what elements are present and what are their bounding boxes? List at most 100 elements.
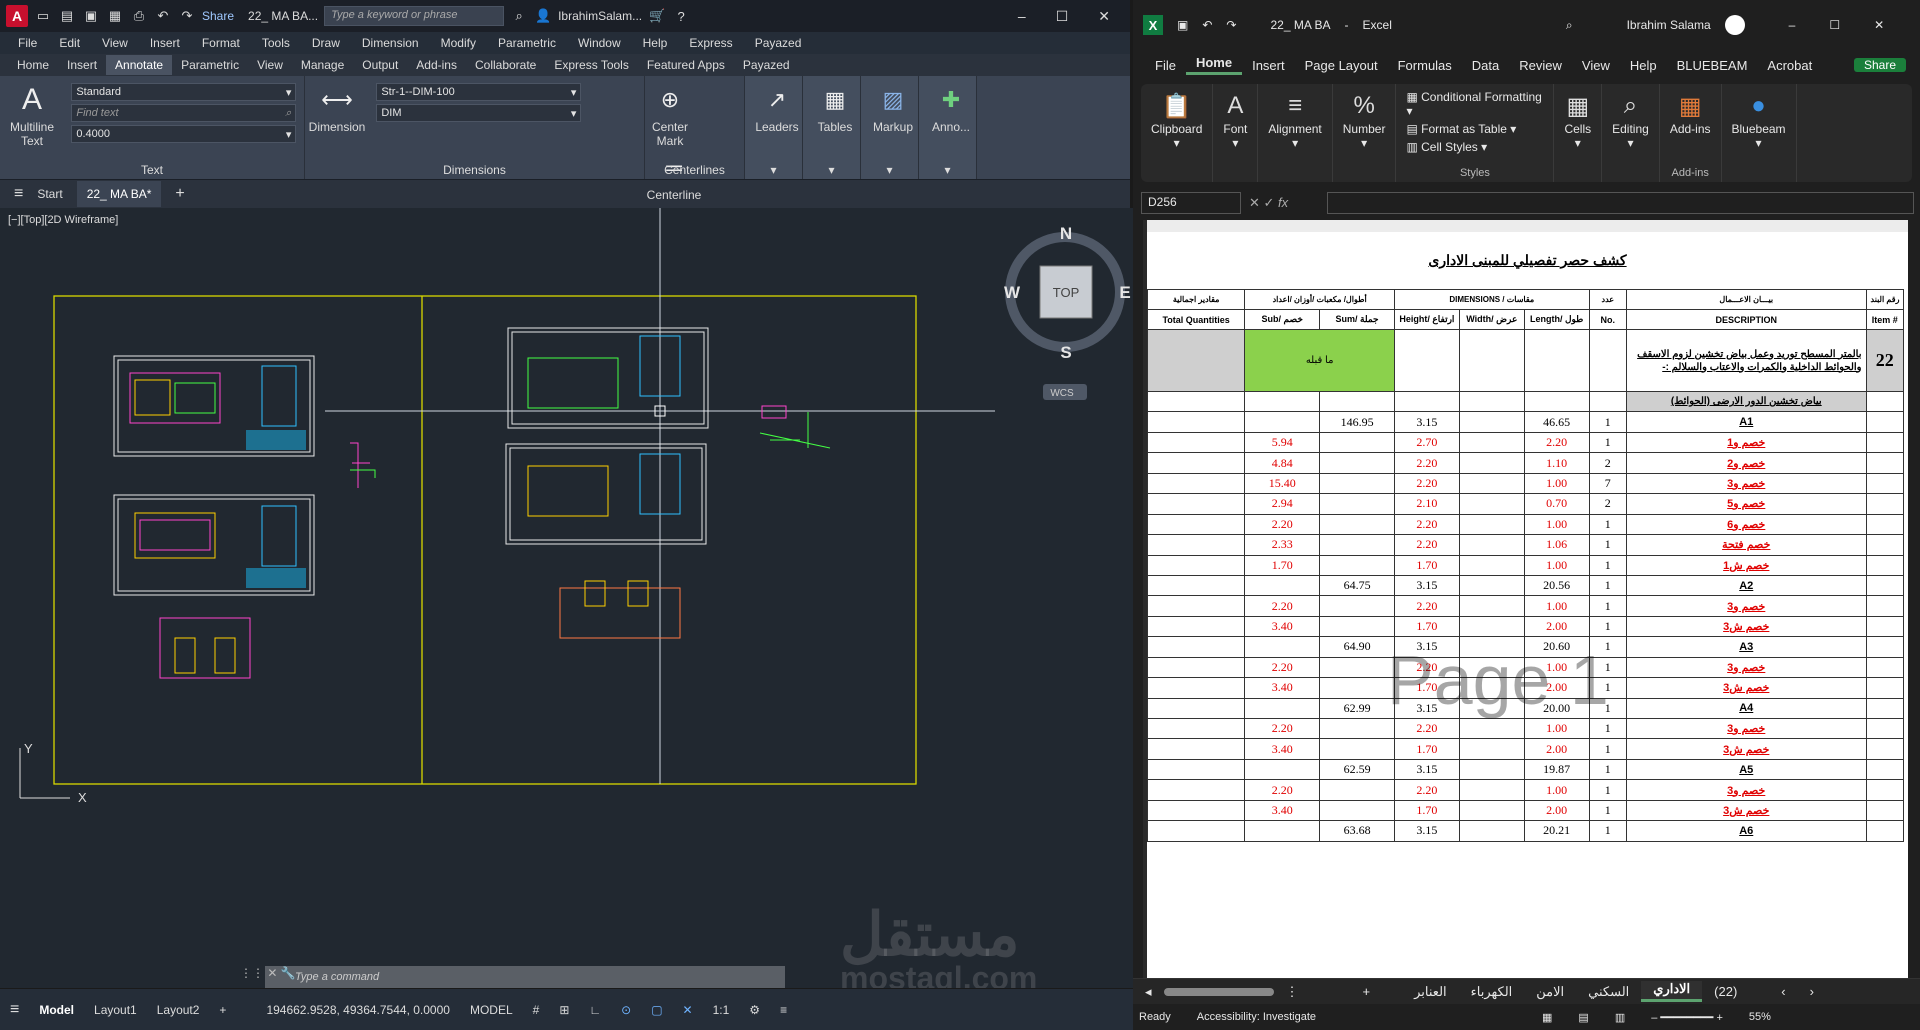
tab-acrobat[interactable]: Acrobat — [1757, 58, 1822, 73]
cell-desc[interactable]: خصم و3 — [1626, 779, 1867, 801]
cell-h[interactable]: 3.15 — [1394, 411, 1460, 433]
menu-window[interactable]: Window — [568, 36, 633, 50]
autocad-logo[interactable]: A — [6, 5, 28, 27]
tab-data[interactable]: Data — [1462, 58, 1509, 73]
save-icon[interactable]: ▣ — [1177, 18, 1188, 32]
cell-desc[interactable]: خصم و1 — [1626, 431, 1867, 454]
cell-sum[interactable] — [1319, 452, 1395, 474]
share-button[interactable]: Share — [1853, 58, 1906, 72]
dim-layer-select[interactable]: DIM ▾ — [376, 104, 582, 122]
cell-sub[interactable]: 4.84 — [1244, 452, 1321, 474]
cell-sum[interactable] — [1319, 779, 1395, 801]
viewcube[interactable]: TOP N S W E WCS — [1004, 224, 1131, 400]
cell[interactable] — [1865, 472, 1905, 495]
cell-w[interactable] — [1458, 779, 1525, 801]
tab-options-icon[interactable]: ⋮ — [1274, 984, 1311, 1000]
cell-w[interactable] — [1458, 513, 1525, 536]
anno-button[interactable]: ✚ Anno... — [923, 80, 979, 134]
cell-w[interactable] — [1458, 820, 1525, 842]
tab-formulas[interactable]: Formulas — [1388, 58, 1462, 73]
leaders-panel[interactable]: ↗ Leaders ▾ — [745, 76, 803, 179]
tables-button[interactable]: ▦ Tables — [807, 80, 863, 134]
markup-panel[interactable]: ▨ Markup ▾ — [861, 76, 919, 179]
leaders-button[interactable]: ↗ Leaders — [749, 80, 805, 134]
carried-forward-cell[interactable]: ما قبله — [1244, 329, 1395, 392]
cell-sub[interactable] — [1244, 574, 1321, 597]
menu-file[interactable]: File — [8, 36, 49, 50]
cell-desc[interactable]: A2 — [1626, 574, 1867, 597]
section-title[interactable]: بياض تخشين الدور الارضى (الحوائط) — [1626, 390, 1867, 413]
cell-h[interactable]: 1.70 — [1394, 799, 1460, 822]
search-input[interactable]: Type a keyword or phrase — [324, 6, 505, 26]
cell-desc[interactable]: خصم ش3 — [1626, 677, 1867, 699]
cell-w[interactable] — [1458, 452, 1525, 474]
multiline-text-button[interactable]: A Multiline Text — [4, 80, 60, 148]
cell[interactable] — [1458, 329, 1525, 392]
cell[interactable] — [1147, 677, 1246, 699]
cell-sum[interactable] — [1319, 615, 1395, 638]
cell-h[interactable]: 1.70 — [1394, 554, 1460, 576]
cell[interactable] — [1147, 820, 1246, 842]
clipboard-group[interactable]: 📋 Clipboard ▾ — [1141, 84, 1214, 182]
add-sheet-icon[interactable]: + — [1351, 984, 1383, 999]
cell-desc[interactable]: A3 — [1626, 636, 1867, 658]
table-row[interactable]: 15.40 2.20 1.00 7 خصم و3 — [1147, 472, 1905, 495]
font-group[interactable]: A Font ▾ — [1213, 84, 1259, 182]
cell[interactable] — [1147, 431, 1246, 454]
zoom-level[interactable]: 55% — [1749, 1011, 1771, 1023]
tab-help[interactable]: Help — [1620, 58, 1667, 73]
cell-desc[interactable]: A1 — [1626, 411, 1867, 433]
cell[interactable] — [1865, 431, 1905, 454]
cell-sub[interactable]: 3.40 — [1244, 615, 1321, 638]
quantity-rows[interactable]: 146.95 3.15 46.65 1 A1 5.94 2.70 2.20 1 خصم و1 4.8… — [1147, 411, 1905, 842]
horizontal-scrollbar[interactable] — [1163, 987, 1274, 996]
tab-output[interactable]: Output — [353, 55, 407, 75]
text-panel-label[interactable]: Text — [0, 163, 304, 177]
cell-sum[interactable]: 64.75 — [1319, 574, 1395, 597]
cell[interactable] — [1865, 636, 1905, 658]
cell-h[interactable]: 3.15 — [1394, 758, 1460, 781]
cell-l[interactable]: 2.20 — [1523, 431, 1590, 454]
user-name[interactable]: IbrahimSalam... — [558, 9, 642, 23]
cell-sum[interactable] — [1319, 513, 1395, 536]
table-row[interactable]: 63.68 3.15 20.21 1 A6 — [1147, 820, 1905, 842]
cell-sum[interactable] — [1319, 534, 1395, 556]
search-icon[interactable]: ⌕ — [510, 7, 528, 25]
command-placeholder[interactable]: Type a command — [295, 971, 379, 983]
name-box[interactable]: D256 — [1141, 192, 1241, 214]
tab-scroll-right-icon[interactable]: › — [1798, 984, 1826, 999]
tables-panel[interactable]: ▦ Tables ▾ — [803, 76, 861, 179]
cell-no[interactable]: 1 — [1588, 779, 1628, 801]
table-row[interactable]: 2.20 2.20 1.00 1 خصم و3 — [1147, 595, 1905, 617]
maximize-icon[interactable]: ☐ — [1056, 8, 1069, 25]
cell-h[interactable]: 2.20 — [1394, 452, 1460, 474]
cell-no[interactable]: 2 — [1588, 452, 1628, 474]
cell-w[interactable] — [1458, 758, 1525, 781]
tab-view[interactable]: View — [1572, 58, 1620, 73]
cell-sum[interactable] — [1319, 431, 1395, 454]
cell[interactable] — [1865, 513, 1905, 536]
tab-featured-apps[interactable]: Featured Apps — [638, 55, 734, 75]
cell-h[interactable]: 2.20 — [1394, 513, 1460, 536]
cell-sub[interactable]: 2.20 — [1244, 656, 1321, 679]
cell-sum[interactable] — [1319, 799, 1395, 822]
table-row[interactable]: 2.94 2.10 0.70 2 خصم و5 — [1147, 493, 1905, 515]
cell-l[interactable]: 1.00 — [1523, 717, 1590, 740]
save-as-icon[interactable]: ▦ — [106, 7, 124, 25]
menu-draw[interactable]: Draw — [302, 36, 352, 50]
cell-no[interactable]: 1 — [1588, 411, 1628, 433]
cell-desc[interactable]: خصم ش3 — [1626, 799, 1867, 822]
tab-insert[interactable]: Insert — [58, 55, 106, 75]
cell[interactable] — [1865, 534, 1905, 556]
cell-w[interactable] — [1458, 717, 1525, 740]
workspace-gear-icon[interactable]: ⚙ — [739, 1003, 770, 1017]
cell-w[interactable] — [1458, 799, 1525, 822]
tab-collaborate[interactable]: Collaborate — [466, 55, 545, 75]
cell[interactable] — [1147, 697, 1246, 720]
cell-l[interactable]: 20.56 — [1523, 574, 1590, 597]
sheet-tab-amn[interactable]: الامن — [1524, 984, 1576, 1000]
cell[interactable] — [1865, 717, 1905, 740]
user-name[interactable]: Ibrahim Salama — [1627, 18, 1711, 32]
page-break-icon[interactable]: ▥ — [1615, 1011, 1625, 1024]
cell-sub[interactable]: 15.40 — [1244, 472, 1321, 495]
